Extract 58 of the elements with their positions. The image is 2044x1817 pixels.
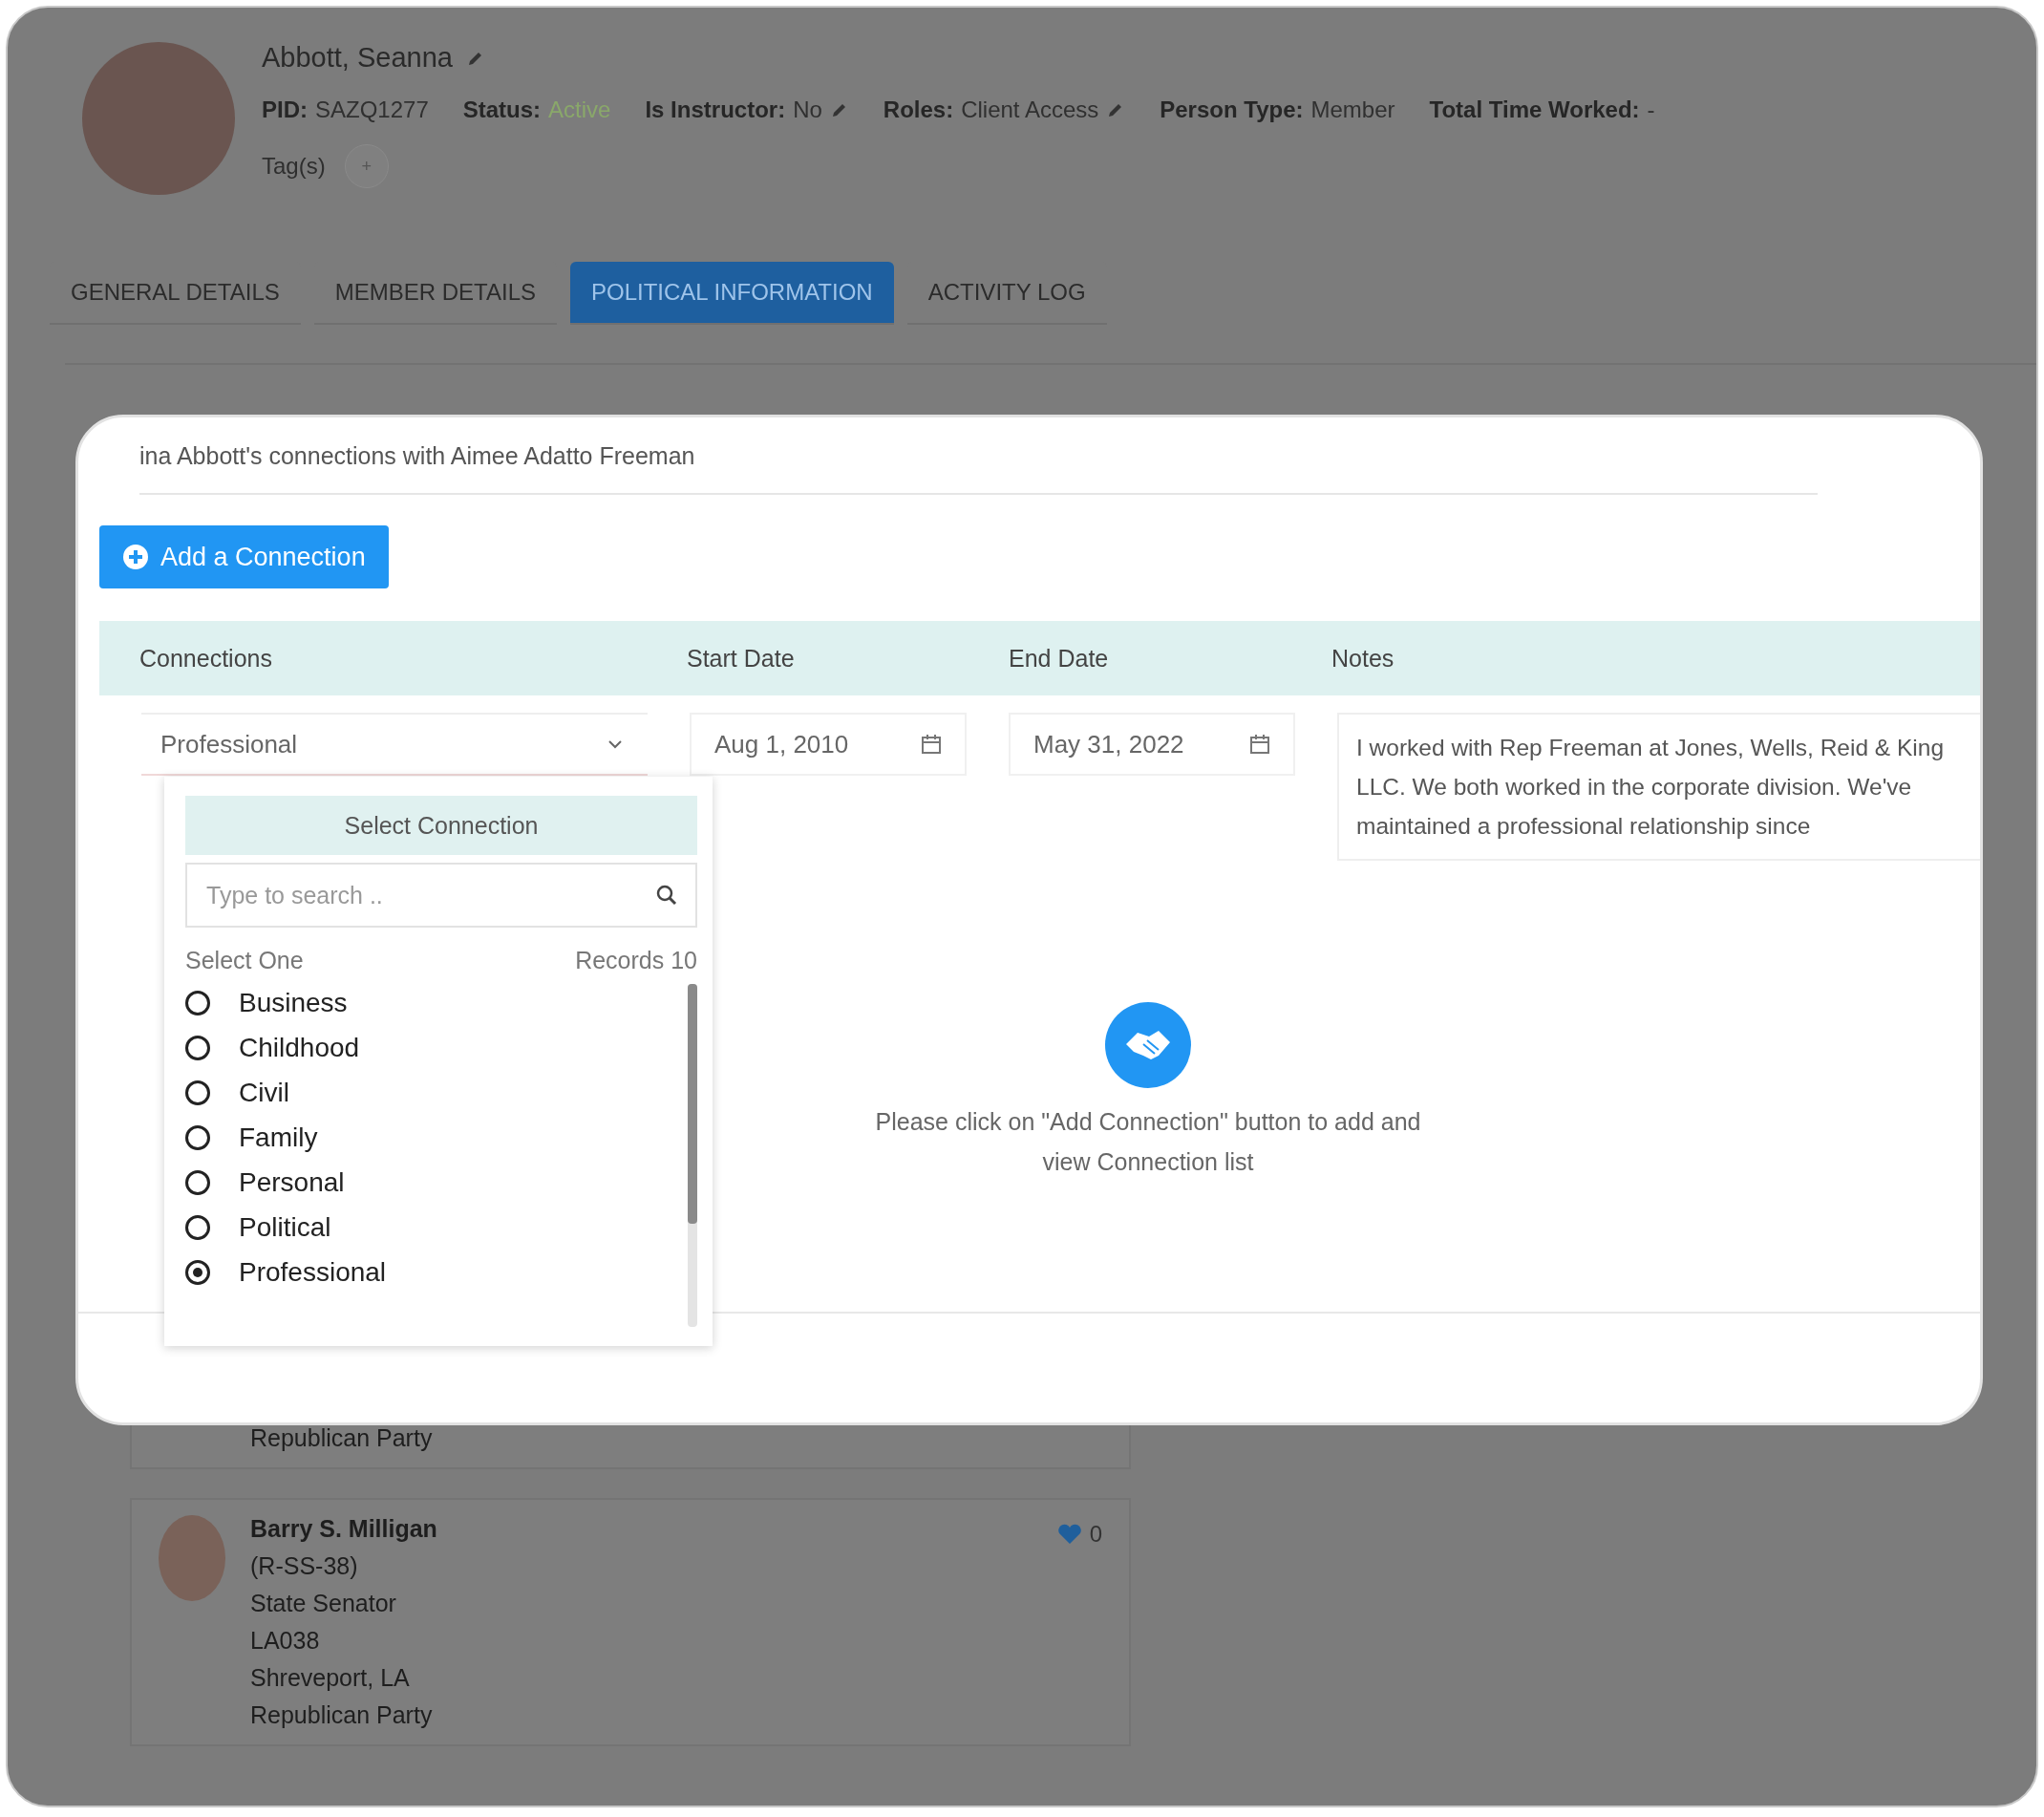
radio-option[interactable]: Childhood xyxy=(185,1025,688,1070)
field-value: Member xyxy=(1310,96,1395,123)
radio-option[interactable]: Professional xyxy=(185,1250,688,1294)
scrollbar[interactable] xyxy=(688,984,697,1327)
field-value: SAZQ1277 xyxy=(315,96,429,123)
add-connection-button[interactable]: Add a Connection xyxy=(99,525,389,588)
chevron-down-icon xyxy=(607,739,623,749)
dialog-title: ina Abbott's connections with Aimee Adatto Freeman xyxy=(138,441,696,470)
start-date-field[interactable]: Aug 1, 2010 xyxy=(690,713,967,776)
radio-option[interactable]: Personal xyxy=(185,1160,688,1205)
radio-button[interactable] xyxy=(185,1169,210,1195)
person-name: Barry S. Milligan xyxy=(250,1515,437,1543)
tags-label: Tag(s) xyxy=(262,153,326,180)
person-name: Abbott, Seanna xyxy=(262,42,453,74)
card-text: Republican Party xyxy=(250,1424,433,1452)
calendar-icon xyxy=(1249,734,1270,755)
radio-button[interactable] xyxy=(185,1259,210,1285)
field-label: Status: xyxy=(462,96,542,123)
radio-button[interactable] xyxy=(185,1035,210,1060)
search-icon xyxy=(655,884,678,907)
field-value: - xyxy=(1647,96,1655,123)
radio-option[interactable]: Family xyxy=(185,1115,688,1160)
empty-state-message: Please click on "Add Connection" button to add and view Connection list xyxy=(874,1107,1422,1177)
card-text: LA038 xyxy=(250,1627,321,1655)
field-label: Total Time Worked: xyxy=(1429,96,1640,123)
select-one-label: Select One xyxy=(185,947,304,974)
radio-option[interactable]: Political xyxy=(185,1205,688,1250)
calendar-icon xyxy=(921,734,942,755)
radio-option[interactable]: Civil xyxy=(185,1070,688,1115)
radio-button[interactable] xyxy=(185,1080,210,1105)
column-header: Connections xyxy=(139,644,273,673)
card-text: Republican Party xyxy=(250,1701,434,1729)
like-count: 0 xyxy=(1089,1521,1102,1548)
field-label: Roles: xyxy=(883,96,954,123)
field-value: Client Access xyxy=(961,96,1099,123)
radio-button[interactable] xyxy=(185,1124,210,1150)
end-date-field[interactable]: May 31, 2022 xyxy=(1009,713,1295,776)
column-header: End Date xyxy=(1009,644,1110,673)
radio-option[interactable]: Business xyxy=(185,980,688,1025)
column-header: Notes xyxy=(1331,644,1395,673)
card-text: Shreveport, LA xyxy=(250,1664,411,1692)
card-text: (R-SS-38) xyxy=(250,1552,359,1580)
field-label: PID: xyxy=(262,96,308,123)
dropdown-header: Select Connection xyxy=(185,796,697,855)
field-value: No xyxy=(793,96,822,123)
field-label: Person Type: xyxy=(1160,96,1304,123)
radio-button[interactable] xyxy=(185,990,210,1015)
tab[interactable]: POLITICAL INFORMATION xyxy=(570,262,894,325)
card-text: State Senator xyxy=(250,1590,397,1617)
radio-button[interactable] xyxy=(185,1214,210,1240)
column-header: Start Date xyxy=(687,644,796,673)
notes-field[interactable]: I worked with Rep Freeman at Jones, Wells, Reid & King LLC. We both worked in the corporate division. We've maintained a professional relationship since xyxy=(1337,713,1980,861)
plus-circle-icon xyxy=(122,544,149,570)
handshake-icon xyxy=(1105,1002,1191,1088)
search-field[interactable]: Type to search .. xyxy=(185,863,697,928)
field-label: Is Instructor: xyxy=(645,96,786,123)
heart-icon xyxy=(1056,1524,1082,1545)
records-count: Records 10 xyxy=(575,947,697,974)
